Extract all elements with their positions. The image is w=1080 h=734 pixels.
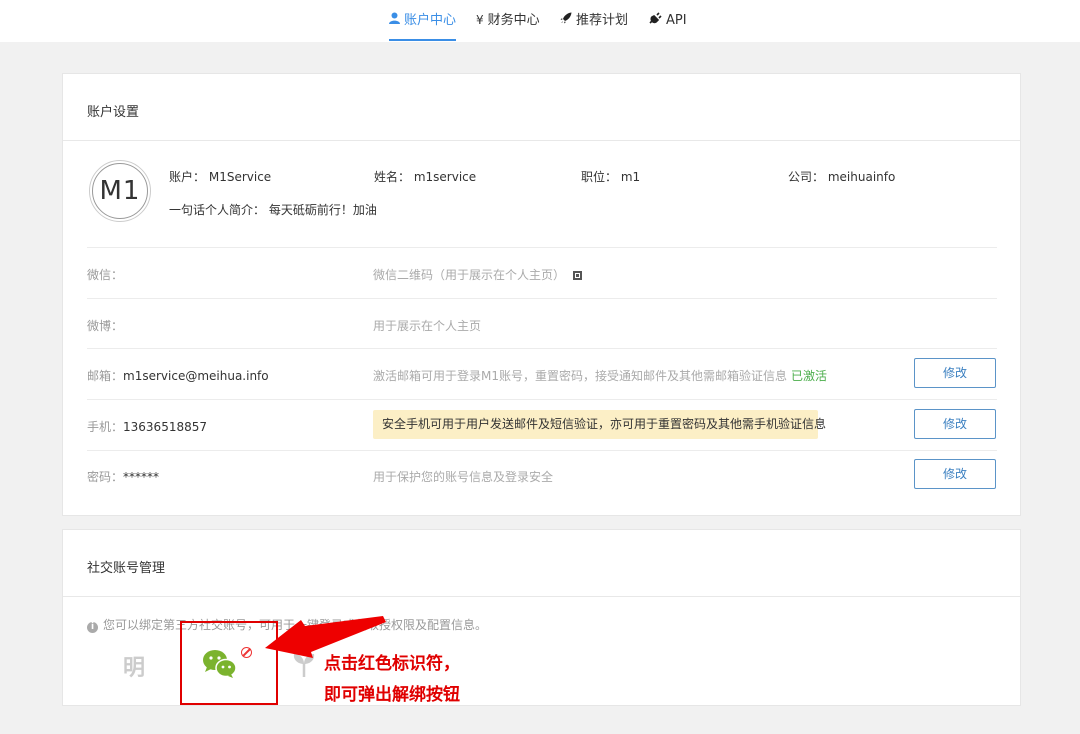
social-accounts-card: 社交账号管理 i您可以绑定第三方社交账号，可用于一键登录或获取授权限及配置信息。… bbox=[62, 529, 1021, 706]
rocket-icon bbox=[560, 0, 572, 40]
password-label: 密码： bbox=[87, 470, 124, 484]
divider bbox=[87, 247, 997, 248]
email-value: m1service@meihua.info bbox=[123, 369, 269, 383]
bio-value: 每天砥砺前行！加油 bbox=[268, 203, 377, 217]
edit-password-button[interactable]: 修改 bbox=[914, 459, 996, 489]
plug-icon bbox=[649, 0, 662, 40]
divider bbox=[87, 399, 997, 400]
nav-tab-referral-program[interactable]: 推荐计划 bbox=[560, 0, 628, 41]
bio-label: 一句话个人简介： bbox=[169, 203, 266, 217]
card-title: 社交账号管理 bbox=[87, 561, 166, 576]
qrcode-icon[interactable] bbox=[573, 271, 583, 280]
avatar-text: M1 bbox=[92, 163, 148, 219]
email-desc: 激活邮箱可用于登录M1账号，重置密码，接受通知邮件及其他需邮箱验证信息 已激活 bbox=[373, 367, 827, 384]
annotation-line2: 即可弹出解绑按钮 bbox=[324, 685, 460, 705]
nav-tab-label: 推荐计划 bbox=[576, 13, 629, 28]
user-icon bbox=[389, 0, 400, 40]
top-nav: 账户中心 ¥ 财务中心 推荐计划 API bbox=[0, 0, 1080, 42]
company-label: 公司： bbox=[788, 170, 825, 184]
profile-company: 公司： meihuainfo bbox=[788, 168, 895, 185]
position-value: m1 bbox=[620, 170, 641, 184]
email-label: 邮箱： bbox=[87, 369, 124, 383]
wechat-desc: 微信二维码（用于展示在个人主页） bbox=[373, 266, 583, 283]
email-status-badge: 已激活 bbox=[791, 369, 828, 383]
edit-phone-button[interactable]: 修改 bbox=[914, 409, 996, 439]
email-desc-text: 激活邮箱可用于登录M1账号，重置密码，接受通知邮件及其他需邮箱验证信息 bbox=[373, 369, 787, 383]
position-label: 职位： bbox=[581, 170, 618, 184]
divider bbox=[87, 298, 997, 299]
wechat-label: 微信： bbox=[87, 268, 124, 282]
email-row-label: 邮箱：m1service@meihua.info bbox=[87, 367, 269, 384]
profile-account: 账户： M1Service bbox=[169, 168, 271, 185]
divider bbox=[87, 450, 997, 451]
account-label: 账户： bbox=[169, 170, 206, 184]
weibo-desc: 用于展示在个人主页 bbox=[373, 319, 482, 333]
divider bbox=[63, 140, 1020, 141]
profile-position: 职位： m1 bbox=[581, 168, 640, 185]
edit-email-button[interactable]: 修改 bbox=[914, 358, 996, 388]
wechat-desc-text: 微信二维码（用于展示在个人主页） bbox=[373, 268, 566, 282]
company-value: meihuainfo bbox=[827, 170, 896, 184]
phone-value: 13636518857 bbox=[123, 420, 207, 434]
password-desc: 用于保护您的账号信息及登录安全 bbox=[373, 470, 554, 484]
nav-tab-api[interactable]: API bbox=[649, 0, 687, 41]
annotation-line1: 点击红色标识符， bbox=[324, 654, 460, 674]
name-value: m1service bbox=[413, 170, 477, 184]
weibo-label: 微博： bbox=[87, 319, 124, 333]
nav-tab-label: 财务中心 bbox=[487, 13, 540, 28]
account-settings-card: 账户设置 M1 账户： M1Service 姓名： m1service 职位： … bbox=[62, 73, 1021, 516]
phone-label: 手机： bbox=[87, 420, 124, 434]
nav-tab-account-center[interactable]: 账户中心 bbox=[389, 0, 457, 41]
password-value: ****** bbox=[123, 470, 160, 484]
nav-tab-label: API bbox=[666, 13, 687, 28]
yen-icon: ¥ bbox=[476, 13, 484, 27]
avatar[interactable]: M1 bbox=[89, 160, 151, 222]
ming-icon[interactable]: 明 bbox=[123, 650, 145, 682]
nav-tab-label: 账户中心 bbox=[404, 13, 457, 28]
nav-tab-finance-center[interactable]: ¥ 财务中心 bbox=[476, 0, 540, 41]
account-value: M1Service bbox=[208, 170, 272, 184]
password-row-label: 密码：****** bbox=[87, 468, 159, 485]
phone-security-notice: 安全手机可用于用户发送邮件及短信验证，亦可用于重置密码及其他需手机验证信息 bbox=[373, 410, 826, 439]
card-title: 账户设置 bbox=[87, 105, 140, 120]
name-label: 姓名： bbox=[374, 170, 411, 184]
profile-bio: 一句话个人简介： 每天砥砺前行！加油 bbox=[169, 201, 377, 218]
profile-name: 姓名： m1service bbox=[374, 168, 476, 185]
info-icon: i bbox=[87, 622, 98, 633]
divider bbox=[87, 348, 997, 349]
divider bbox=[63, 596, 1020, 597]
phone-row-label: 手机：13636518857 bbox=[87, 418, 207, 435]
